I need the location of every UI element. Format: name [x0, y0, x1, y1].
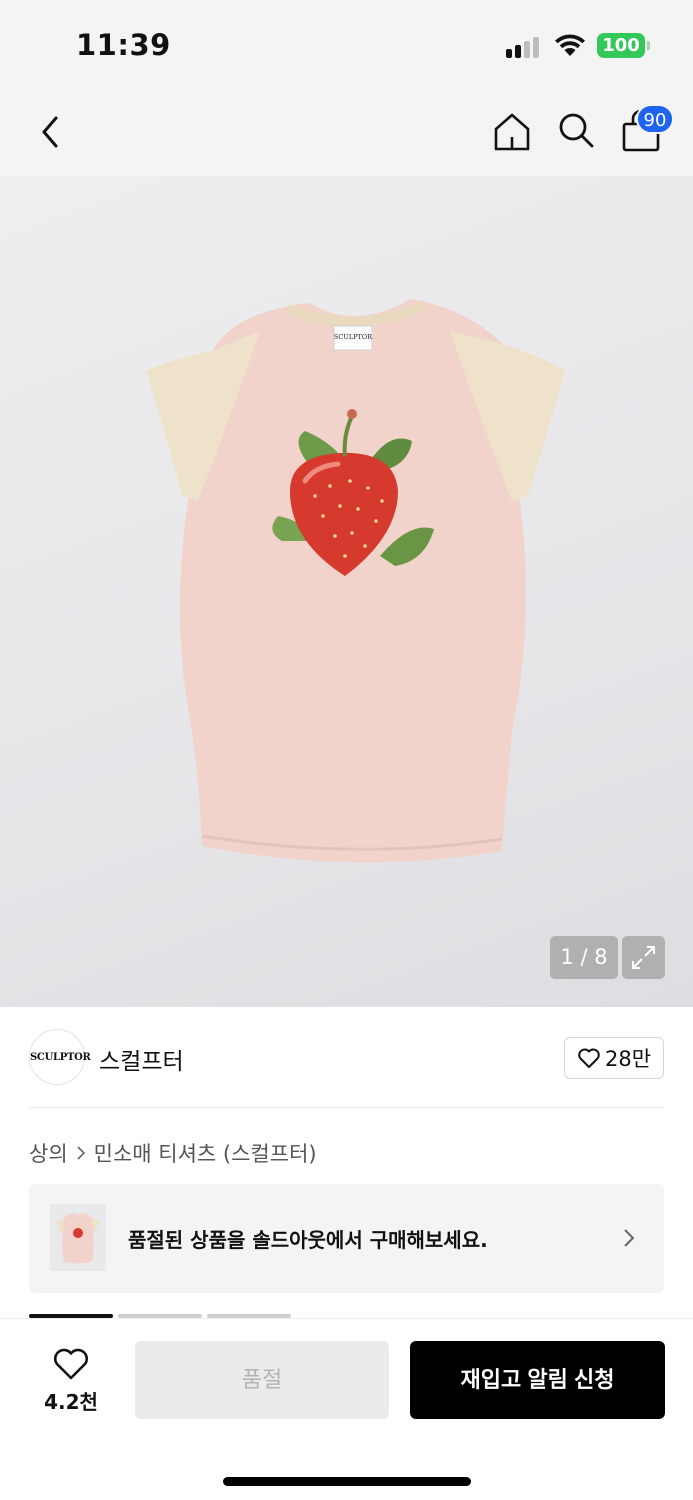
battery-icon: 100: [597, 33, 650, 58]
breadcrumb-category[interactable]: 상의: [29, 1138, 68, 1168]
bottom-action-bar: 4.2천 품절 재입고 알림 신청: [0, 1318, 693, 1500]
signal-icon: [506, 36, 542, 58]
top-nav-bar: 90: [0, 88, 693, 176]
svg-text:SCULPTOR: SCULPTOR: [334, 333, 373, 341]
brand-logo[interactable]: SCULPTOR: [29, 1029, 91, 1085]
back-icon[interactable]: [34, 112, 66, 152]
restock-alert-button[interactable]: 재입고 알림 신청: [410, 1341, 665, 1419]
brand-like-button[interactable]: 28만: [564, 1037, 664, 1079]
product-image-gallery[interactable]: SCULPTOR 1 / 8: [0, 176, 693, 1007]
brand-name[interactable]: 스컬프터: [99, 1042, 184, 1076]
home-icon[interactable]: [490, 110, 534, 154]
divider: [29, 1107, 664, 1108]
product-image-strawberry-top: SCULPTOR: [146, 299, 565, 863]
breadcrumb-subcategory[interactable]: 민소매 티셔츠 (스컬프터): [94, 1138, 317, 1168]
wishlist-count: 4.2천: [44, 1390, 98, 1414]
search-icon[interactable]: [556, 110, 596, 150]
heart-outline-icon: [578, 1048, 600, 1068]
chevron-right-icon: [624, 1229, 635, 1247]
image-counter: 1 / 8: [550, 936, 618, 979]
brand-like-count: 28만: [604, 1047, 652, 1071]
soldout-button: 품절: [135, 1341, 389, 1419]
banner-product-thumbnail: [50, 1204, 106, 1271]
expand-icon[interactable]: [622, 936, 665, 979]
wifi-icon: [555, 34, 585, 56]
heart-outline-icon[interactable]: [52, 1347, 90, 1381]
status-time: 11:39: [76, 28, 171, 62]
breadcrumb: 상의 민소매 티셔츠 (스컬프터): [29, 1138, 317, 1168]
cart-count-badge: 90: [636, 104, 674, 134]
status-bar: 11:39 100: [0, 0, 693, 88]
soldout-banner[interactable]: 품절된 상품을 솔드아웃에서 구매해보세요.: [29, 1184, 664, 1293]
chevron-right-icon: [77, 1146, 85, 1160]
soldout-banner-text: 품절된 상품을 솔드아웃에서 구매해보세요.: [128, 1228, 488, 1252]
home-indicator: [223, 1477, 471, 1486]
